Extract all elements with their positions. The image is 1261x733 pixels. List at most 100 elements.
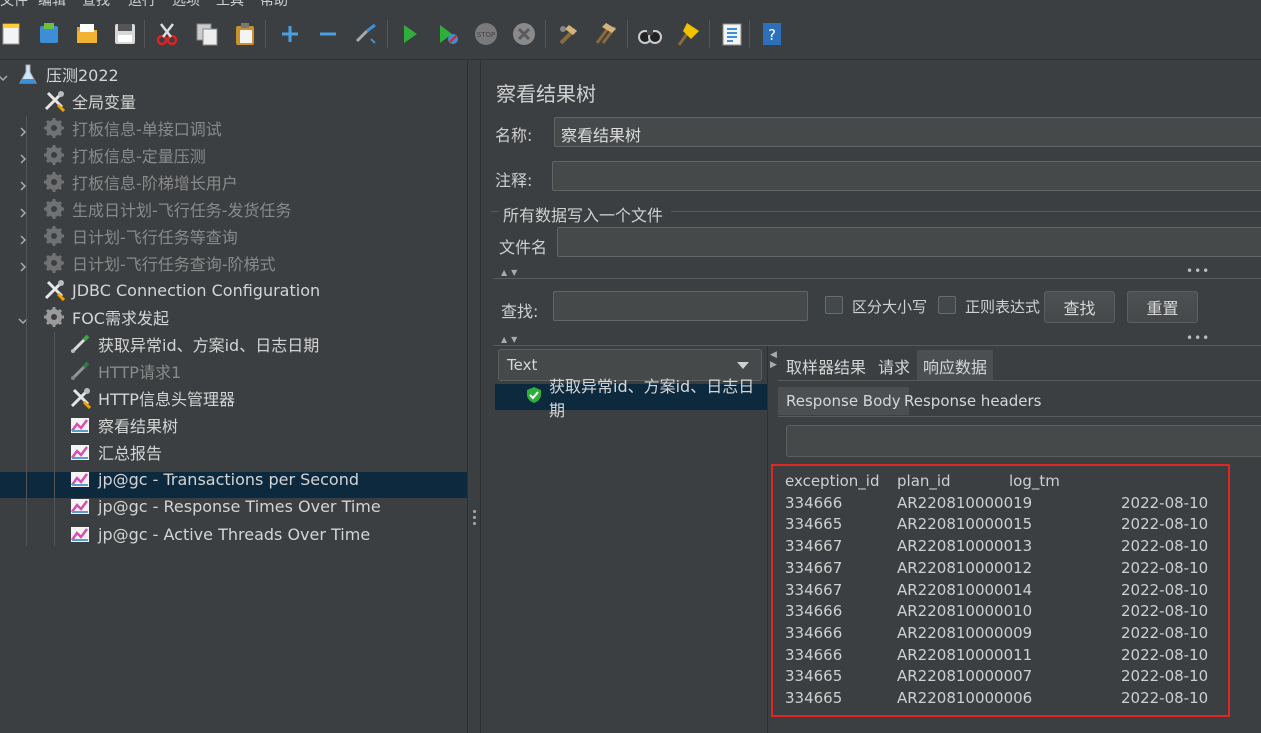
drag-dots[interactable]: ••• <box>1186 264 1210 278</box>
tree-node-label: 打板信息-单接口调试 <box>72 120 222 139</box>
tree-node[interactable]: 察看结果树 <box>68 412 178 438</box>
svg-text:?: ? <box>768 26 776 44</box>
name-field[interactable]: 察看结果树 <box>554 117 1261 147</box>
result-list-item[interactable]: 获取异常id、方案id、日志日期 <box>495 377 767 420</box>
response-cell: 2022-08-10 <box>1121 493 1209 512</box>
response-cell: 334667 <box>785 580 843 599</box>
find-button[interactable]: 查找 <box>1044 291 1115 323</box>
response-cell: 334665 <box>785 515 843 534</box>
response-cell: AR220810000012 <box>897 558 1033 577</box>
tree-node[interactable]: jp@gc - Transactions per Second <box>68 466 359 492</box>
menu-item-6[interactable]: 帮助 <box>260 0 288 8</box>
tree-node-label: 察看结果树 <box>98 417 179 436</box>
chart-icon <box>68 494 92 518</box>
help-icon[interactable]: ? <box>757 19 787 49</box>
clear-icon[interactable] <box>553 19 583 49</box>
tree-node[interactable]: 打板信息-定量压测 <box>20 142 206 168</box>
group-border-left <box>491 211 499 212</box>
start-no-timers-icon[interactable] <box>433 19 463 49</box>
expand-icon[interactable] <box>275 19 305 49</box>
gear-icon <box>42 170 66 194</box>
tab-response-data[interactable]: 响应数据 <box>917 350 994 380</box>
clear-all-icon[interactable] <box>591 19 621 49</box>
result-split <box>767 346 768 733</box>
function-helper-icon[interactable] <box>717 19 747 49</box>
case-sensitive-checkbox[interactable] <box>825 296 843 314</box>
tree-node[interactable]: jp@gc - Response Times Over Time <box>68 493 381 519</box>
menu-item-3[interactable]: 运行 <box>128 0 156 8</box>
start-icon[interactable] <box>395 19 425 49</box>
toggle-icon[interactable] <box>351 19 381 49</box>
tree-node[interactable]: 全局变量 <box>42 88 136 114</box>
copy-icon[interactable] <box>192 19 222 49</box>
tree-node[interactable]: HTTP信息头管理器 <box>68 385 235 411</box>
side-arrows[interactable]: ◀ ▶ <box>770 350 777 370</box>
shutdown-icon[interactable] <box>509 19 539 49</box>
subtab-response-headers[interactable]: Response headers <box>896 387 1049 415</box>
tree-node-label: FOC需求发起 <box>72 309 169 328</box>
tree-node[interactable]: 打板信息-阶梯增长用户 <box>20 169 238 195</box>
menu-item-0[interactable]: 文件 <box>0 0 28 8</box>
tree-node[interactable]: 日计划-飞行任务等查询 <box>20 223 238 249</box>
collapse-arrows[interactable]: ▲▼ <box>501 268 521 277</box>
tree-node-label: 生成日计划-飞行任务-发货任务 <box>72 201 292 220</box>
tab-request[interactable]: 请求 <box>878 354 910 378</box>
divider <box>493 278 1261 279</box>
reset-search-icon[interactable] <box>673 19 703 49</box>
response-cell: AR220810000013 <box>897 537 1033 556</box>
response-cell: AR220810000011 <box>897 645 1033 664</box>
response-header-cell: plan_id <box>897 472 951 490</box>
write-file-group-label: 所有数据写入一个文件 <box>503 206 664 225</box>
tree-node[interactable]: 获取异常id、方案id、日志日期 <box>68 331 319 357</box>
splitter-handle[interactable] <box>467 60 481 733</box>
response-cell: AR220810000010 <box>897 602 1033 621</box>
new-icon[interactable] <box>0 19 26 49</box>
menu-item-5[interactable]: 工具 <box>216 0 244 8</box>
reset-button[interactable]: 重置 <box>1127 291 1198 323</box>
stop-icon[interactable]: STOP <box>471 19 501 49</box>
toolbar-separator <box>545 20 546 48</box>
response-cell: 2022-08-10 <box>1121 645 1209 664</box>
tree-node[interactable]: FOC需求发起 <box>18 304 169 330</box>
menu-item-1[interactable]: 编辑 <box>38 0 66 8</box>
response-header-cell: exception_id <box>785 472 880 490</box>
response-cell: AR220810000019 <box>897 493 1033 512</box>
regex-checkbox[interactable] <box>938 296 956 314</box>
response-cell: AR220810000007 <box>897 667 1033 686</box>
paste-icon[interactable] <box>230 19 260 49</box>
collapse-icon[interactable] <box>313 19 343 49</box>
response-body-search[interactable] <box>786 425 1261 457</box>
templates-icon[interactable] <box>34 19 64 49</box>
cut-icon[interactable] <box>152 19 182 49</box>
gear-icon <box>42 224 66 248</box>
drag-dots-2[interactable]: ••• <box>1186 331 1210 345</box>
tree-node[interactable]: HTTP请求1 <box>68 358 181 384</box>
filename-label: 文件名 <box>499 238 548 257</box>
tree-node[interactable]: 打板信息-单接口调试 <box>20 115 222 141</box>
save-icon[interactable] <box>110 19 140 49</box>
tab-sampler-result[interactable]: 取样器结果 <box>786 354 866 378</box>
chart-icon <box>68 522 92 546</box>
search-icon[interactable] <box>635 19 665 49</box>
tree-node[interactable]: JDBC Connection Configuration <box>42 277 320 303</box>
tree-root[interactable]: 压测2022 <box>16 61 119 87</box>
tree-node[interactable]: jp@gc - Active Threads Over Time <box>68 521 370 547</box>
tree-node[interactable]: 生成日计划-飞行任务-发货任务 <box>20 196 292 222</box>
pipette-icon <box>68 332 92 356</box>
chevron-down-icon <box>737 362 749 369</box>
comment-field[interactable] <box>552 161 1261 191</box>
collapse-arrows-2[interactable]: ▲▼ <box>501 335 521 344</box>
subtab-response-body[interactable]: Response Body <box>778 387 909 415</box>
tree-node[interactable]: 日计划-飞行任务查询-阶梯式 <box>20 250 276 276</box>
chevron-down-icon[interactable] <box>0 69 8 87</box>
response-cell: 2022-08-10 <box>1121 515 1209 534</box>
search-input[interactable] <box>553 291 808 321</box>
response-cell: 2022-08-10 <box>1121 602 1209 621</box>
response-cell: 2022-08-10 <box>1121 580 1209 599</box>
filename-field[interactable] <box>557 227 1261 257</box>
open-icon[interactable] <box>72 19 102 49</box>
tree-node[interactable]: 汇总报告 <box>68 439 162 465</box>
menu-item-2[interactable]: 查找 <box>82 0 110 8</box>
menu-item-4[interactable]: 选项 <box>172 0 200 8</box>
response-header-cell: log_tm <box>1009 472 1060 490</box>
